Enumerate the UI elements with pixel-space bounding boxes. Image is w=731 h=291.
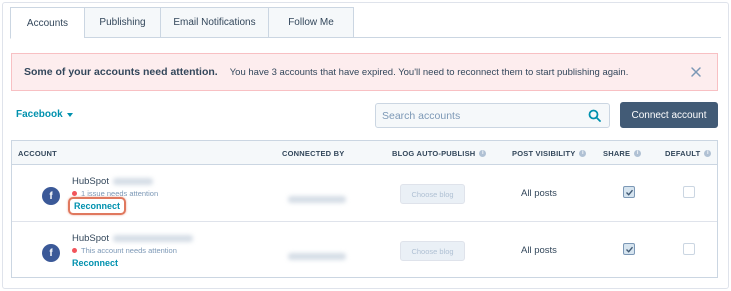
info-icon[interactable]: i xyxy=(704,149,712,157)
share-checkbox[interactable] xyxy=(623,243,635,255)
choose-blog-select[interactable]: Choose blog xyxy=(400,184,465,204)
header-blog-auto-publish[interactable]: BLOG AUTO-PUBLISH i xyxy=(392,141,487,165)
network-filter-dropdown[interactable]: Facebook xyxy=(16,109,73,120)
default-checkbox[interactable] xyxy=(683,243,695,255)
alert-message: You have 3 accounts that have expired. Y… xyxy=(229,66,629,78)
error-dot-icon xyxy=(72,191,77,196)
redacted-text xyxy=(288,196,346,203)
search-input[interactable] xyxy=(382,109,582,122)
checkmark-icon xyxy=(626,246,634,253)
account-name: HubSpot xyxy=(72,176,153,187)
redacted-text xyxy=(112,235,193,242)
header-account[interactable]: ACCOUNT xyxy=(18,141,57,165)
table-header: ACCOUNT CONNECTED BY BLOG AUTO-PUBLISH i … xyxy=(12,141,717,165)
header-share[interactable]: SHARE i xyxy=(603,141,642,165)
search-box xyxy=(375,103,610,128)
alert-title: Some of your accounts need attention. xyxy=(24,66,218,78)
share-checkbox[interactable] xyxy=(623,186,635,198)
header-post-visibility[interactable]: POST VISIBILITY i xyxy=(512,141,587,165)
facebook-icon: f xyxy=(42,244,60,262)
error-dot-icon xyxy=(72,248,77,253)
redacted-text xyxy=(288,253,346,260)
checkmark-icon xyxy=(626,189,634,196)
tab-follow-me[interactable]: Follow Me xyxy=(268,7,354,38)
default-checkbox[interactable] xyxy=(683,186,695,198)
accounts-table: ACCOUNT CONNECTED BY BLOG AUTO-PUBLISH i … xyxy=(11,140,718,278)
tab-publishing[interactable]: Publishing xyxy=(84,7,160,38)
table-row: f HubSpot 1 issue needs attention Reconn… xyxy=(12,165,717,222)
close-icon[interactable] xyxy=(689,65,703,79)
account-status: This account needs attention xyxy=(72,246,177,255)
info-icon[interactable]: i xyxy=(634,149,642,157)
tab-bar: Accounts Publishing Email Notifications … xyxy=(10,7,354,39)
connected-by-value xyxy=(288,190,350,208)
reconnect-link[interactable]: Reconnect xyxy=(72,258,118,268)
reconnect-link[interactable]: Reconnect xyxy=(68,197,127,215)
tab-accounts[interactable]: Accounts xyxy=(10,7,84,39)
header-connected-by[interactable]: CONNECTED BY xyxy=(282,141,344,165)
post-visibility-value: All posts xyxy=(521,245,557,256)
facebook-icon: f xyxy=(42,187,60,205)
post-visibility-value: All posts xyxy=(521,188,557,199)
header-default[interactable]: DEFAULT i xyxy=(665,141,712,165)
connected-by-value xyxy=(288,247,350,265)
info-icon[interactable]: i xyxy=(479,149,487,157)
table-row: f HubSpot This account needs attention R… xyxy=(12,222,717,277)
network-filter-label: Facebook xyxy=(16,109,63,120)
account-name: HubSpot xyxy=(72,233,193,244)
choose-blog-select[interactable]: Choose blog xyxy=(400,241,465,261)
tab-email-notifications[interactable]: Email Notifications xyxy=(160,7,268,38)
caret-down-icon xyxy=(66,112,73,117)
redacted-text xyxy=(112,178,153,185)
tab-divider xyxy=(10,37,721,38)
connect-account-button[interactable]: Connect account xyxy=(620,102,718,128)
info-icon[interactable]: i xyxy=(579,149,587,157)
search-icon[interactable] xyxy=(588,109,601,122)
attention-alert: Some of your accounts need attention. Yo… xyxy=(11,53,718,91)
